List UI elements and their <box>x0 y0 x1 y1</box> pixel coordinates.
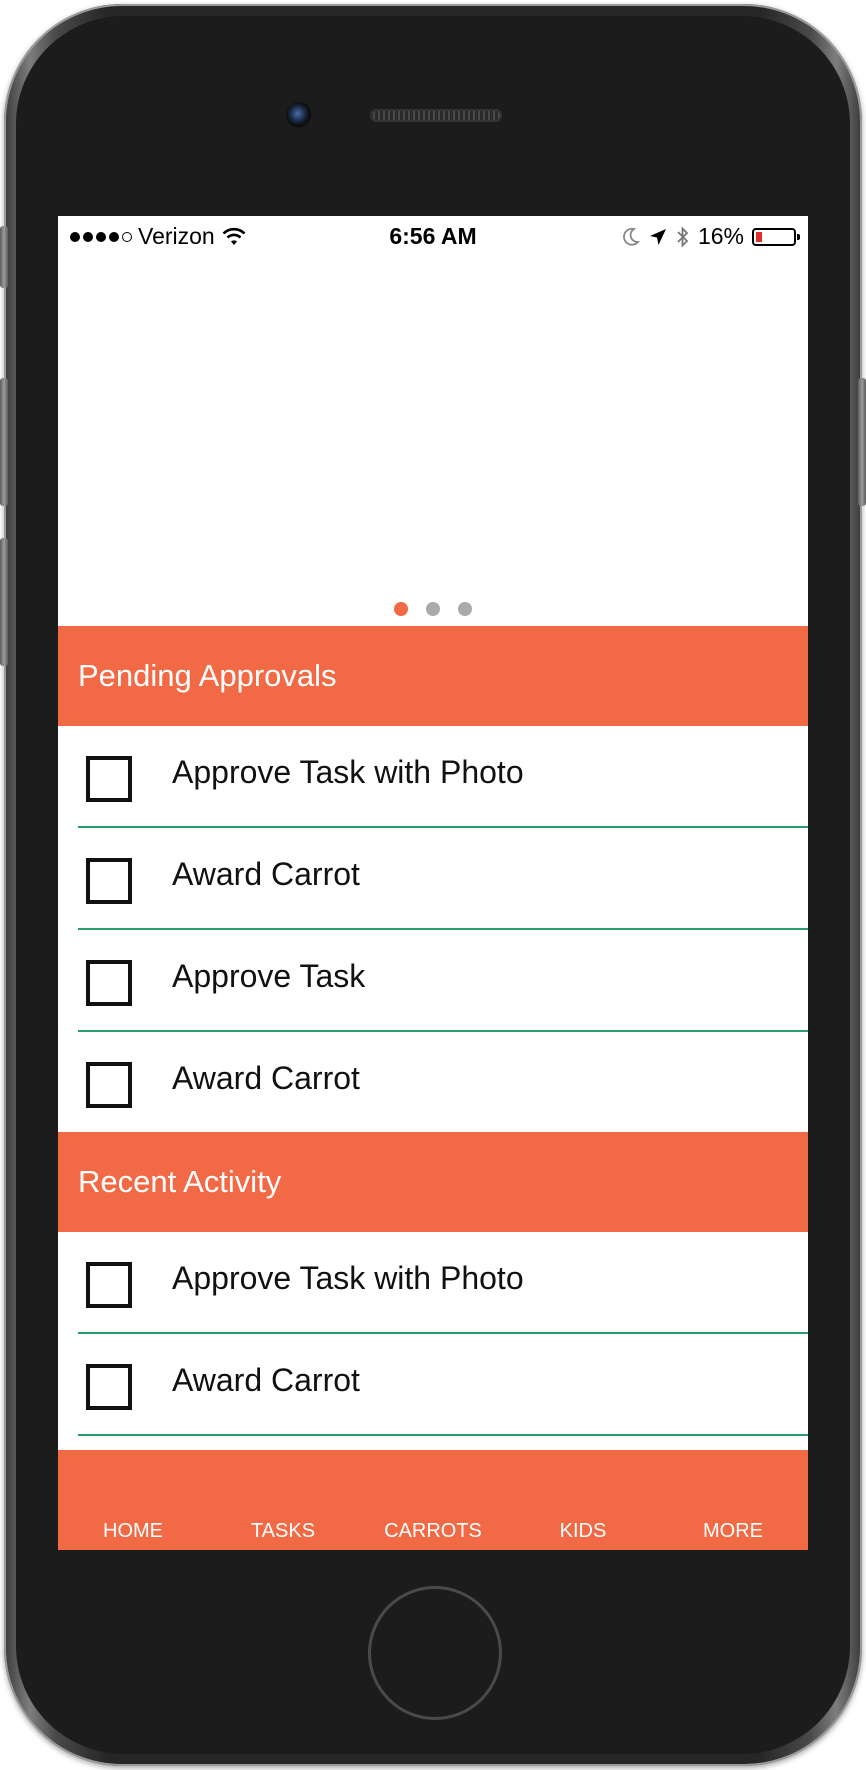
status-bar: Verizon 6:56 AM 16% <box>58 216 808 256</box>
power-button <box>858 378 866 506</box>
tab-home[interactable]: HOME <box>58 1520 208 1543</box>
carousel[interactable] <box>58 256 808 626</box>
location-arrow-icon <box>649 228 666 245</box>
checkbox[interactable] <box>86 756 132 802</box>
tab-carrots[interactable]: CARROTS <box>358 1520 508 1543</box>
front-camera <box>286 102 312 128</box>
checkbox[interactable] <box>86 1062 132 1108</box>
app-screen: Verizon 6:56 AM 16% Pending Approvals Ap… <box>58 216 808 1550</box>
tab-more[interactable]: MORE <box>658 1520 808 1543</box>
volume-up-button <box>0 378 8 506</box>
page-indicator[interactable] <box>58 602 808 616</box>
battery-level-fill <box>756 231 762 242</box>
item-label: Approve Task with Photo <box>172 754 524 790</box>
page-dot-2[interactable] <box>426 602 440 616</box>
list-item[interactable]: Award Carrot <box>58 1032 808 1134</box>
tab-bar: HOME TASKS CARROTS KIDS MORE <box>58 1450 808 1550</box>
bluetooth-icon <box>677 225 689 248</box>
earpiece-speaker <box>370 109 502 122</box>
checkbox[interactable] <box>86 960 132 1006</box>
volume-down-button <box>0 538 8 666</box>
moon-icon <box>623 227 640 246</box>
checkbox[interactable] <box>86 1364 132 1410</box>
battery-percent: 16% <box>697 223 744 249</box>
item-label: Approve Task <box>172 958 366 994</box>
list-item[interactable]: Approve Task with Photo <box>58 726 808 828</box>
checkbox[interactable] <box>86 858 132 904</box>
item-label: Award Carrot <box>172 1362 360 1398</box>
list-item[interactable]: Award Carrot <box>58 1334 808 1436</box>
list-item[interactable]: Award Carrot <box>58 828 808 930</box>
list-item[interactable]: Approve Task with Photo <box>58 1232 808 1334</box>
home-button[interactable] <box>368 1586 502 1720</box>
page-dot-1[interactable] <box>394 602 408 616</box>
tab-kids[interactable]: KIDS <box>508 1520 658 1543</box>
checkbox[interactable] <box>86 1262 132 1308</box>
list-item[interactable]: Approve Task <box>58 930 808 1032</box>
item-label: Approve Task with Photo <box>172 1260 524 1296</box>
item-label: Award Carrot <box>172 856 360 892</box>
battery-icon <box>752 227 800 246</box>
tab-tasks[interactable]: TASKS <box>208 1520 358 1543</box>
page-dot-3[interactable] <box>458 602 472 616</box>
recent-activity-header: Recent Activity <box>58 1132 808 1232</box>
mute-switch <box>0 226 8 288</box>
divider <box>78 1434 808 1436</box>
item-label: Award Carrot <box>172 1060 360 1096</box>
pending-approvals-header: Pending Approvals <box>58 626 808 726</box>
